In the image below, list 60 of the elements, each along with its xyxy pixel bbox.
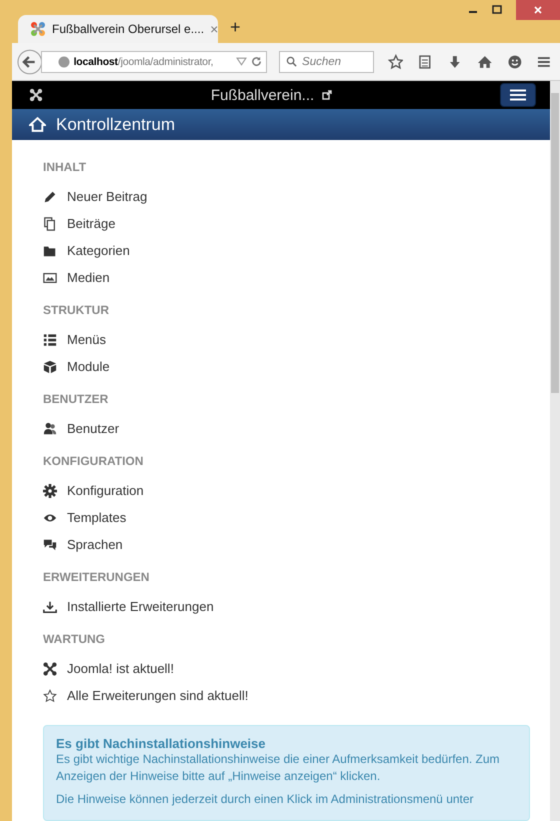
alert-title: Es gibt Nachinstallationshinweise [56, 736, 266, 751]
search-field[interactable]: Suchen [279, 50, 374, 72]
pencil-icon [43, 190, 57, 204]
menu-link[interactable]: Neuer Beitrag [67, 189, 148, 204]
section-heading: ERWEITERUNGEN [43, 570, 150, 584]
menu-link[interactable]: Kategorien [67, 243, 130, 258]
reload-icon[interactable] [251, 56, 262, 67]
section-heading: WARTUNG [43, 632, 106, 646]
external-link-icon [322, 90, 332, 100]
close-tab-button[interactable]: × [210, 21, 218, 37]
joomla-logo-icon [43, 662, 57, 676]
menu-link[interactable]: Installierte Erweiterungen [67, 599, 214, 614]
menu-link[interactable]: Beiträge [67, 216, 116, 231]
section-heading: KONFIGURATION [43, 454, 144, 468]
menu-link[interactable]: Benutzer [67, 421, 120, 436]
section-heading: BENUTZER [43, 392, 110, 406]
section-heading: STRUKTUR [43, 303, 110, 317]
globe-icon [58, 56, 70, 68]
site-name-link[interactable]: Fußballverein... [210, 86, 314, 104]
clipboard-icon[interactable] [417, 54, 434, 70]
star-icon [43, 688, 57, 702]
cube-icon [43, 360, 57, 374]
download-icon [43, 600, 57, 614]
folder-icon [43, 244, 57, 258]
scrollbar[interactable] [550, 81, 560, 821]
joomla-logo-icon [30, 21, 46, 37]
gear-icon [43, 484, 57, 498]
menu-link[interactable]: Sprachen [67, 537, 123, 552]
home-icon [29, 116, 46, 134]
tab-title: Fußballverein Oberursel e.... [52, 22, 204, 36]
browser-tab[interactable]: Fußballverein Oberursel e.... × [18, 15, 218, 43]
menu-link[interactable]: Alle Erweiterungen sind aktuell! [67, 688, 248, 703]
new-tab-button[interactable]: + [230, 17, 241, 38]
menu-link[interactable]: Menüs [67, 332, 106, 347]
menu-icon [510, 89, 526, 102]
menu-link[interactable]: Konfiguration [67, 483, 144, 498]
copy-icon [43, 216, 57, 230]
section-heading: INHALT [43, 160, 88, 174]
star-icon[interactable] [388, 54, 404, 70]
users-icon [43, 422, 57, 436]
alert-text: Die Hinweise können jederzeit durch einen Klick im Administrationsmenü unter [56, 791, 475, 808]
page-title: Kontrollzentrum [56, 114, 176, 135]
alert-text: Es gibt wichtige Nachinstallationshinweise die einer Aufmerksamkeit bedürfen. Zum Anzeigen der Hinweise bitte auf „Hinweise anzeigen“ klicken. [56, 751, 501, 785]
dropdown-icon[interactable] [236, 56, 248, 67]
list-icon [43, 332, 57, 346]
menu-link[interactable]: Module [67, 359, 110, 374]
search-icon [286, 56, 298, 67]
address-field[interactable]: localhost/joomla/administrator, [40, 50, 268, 72]
back-button[interactable] [17, 48, 43, 74]
menu-link[interactable]: Joomla! ist aktuell! [67, 661, 174, 676]
menu-link[interactable]: Medien [67, 270, 110, 285]
close-icon [533, 5, 543, 15]
close-window-button[interactable] [516, 0, 560, 20]
maximize-icon[interactable] [492, 5, 502, 15]
menu-toggle-button[interactable] [500, 83, 536, 108]
menu-link[interactable]: Templates [67, 510, 126, 525]
joomla-logo-icon[interactable] [29, 88, 43, 102]
image-icon [43, 270, 57, 284]
speech-bubbles-icon [43, 538, 57, 552]
home-icon[interactable] [476, 54, 493, 70]
